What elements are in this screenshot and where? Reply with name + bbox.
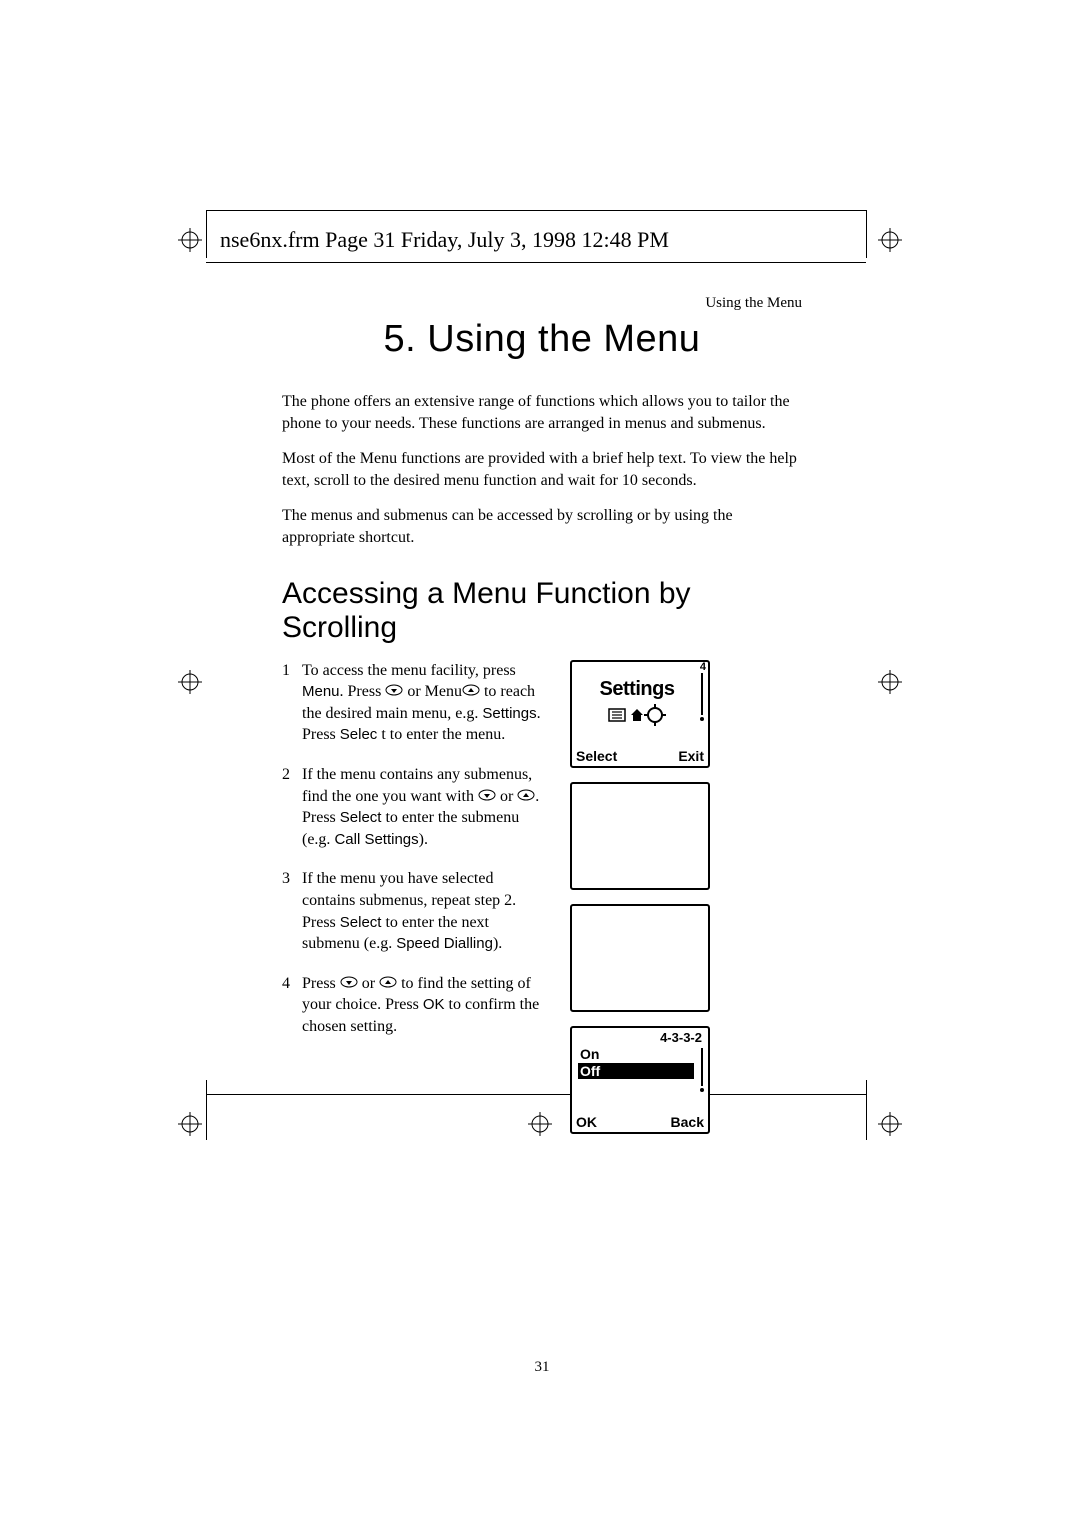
phone-screen-settings: 4 Settings — [570, 660, 710, 768]
step-text: or — [358, 975, 379, 992]
running-head: Using the Menu — [282, 295, 802, 312]
phone-screen-placeholder — [570, 782, 710, 890]
scroll-up-icon — [462, 683, 480, 697]
chapter-title: 5. Using the Menu — [282, 318, 802, 361]
key-label: Select — [340, 914, 382, 931]
key-label: Select — [340, 809, 382, 826]
option-on: On — [578, 1046, 694, 1062]
ui-term: Speed Dialling — [396, 935, 493, 952]
step-text: . Press — [340, 683, 386, 700]
phone-screen-placeholder — [570, 904, 710, 1012]
crop-line — [866, 1080, 867, 1140]
scroll-up-icon — [517, 788, 535, 802]
phone-screen-onoff: 4-3-3-2 On Off OK Back — [570, 1026, 710, 1134]
key-label: OK — [423, 996, 445, 1013]
step-3: If the menu you have selected contains s… — [282, 868, 550, 954]
menu-index: 4 — [696, 662, 706, 673]
option-off-selected: Off — [578, 1063, 694, 1079]
registration-mark — [178, 670, 202, 694]
crop-line — [206, 210, 207, 258]
key-label: Selec — [340, 726, 378, 743]
scroll-indicator — [696, 1048, 706, 1108]
step-list: To access the menu facility, press Menu.… — [282, 660, 550, 1038]
step-text: To access the menu facility, press — [302, 662, 516, 679]
intro-p1: The phone offers an extensive range of f… — [282, 391, 802, 434]
registration-mark — [178, 228, 202, 252]
scroll-down-icon — [385, 683, 403, 697]
crop-line — [206, 1080, 207, 1140]
breadcrumb-path: 4-3-3-2 — [660, 1030, 702, 1045]
intro-p3: The menus and submenus can be accessed b… — [282, 505, 802, 548]
registration-mark — [878, 228, 902, 252]
right-softkey: Exit — [678, 748, 704, 764]
menu-icons — [607, 703, 667, 732]
registration-mark — [878, 1112, 902, 1136]
crop-line — [206, 210, 866, 211]
ui-term: Settings — [482, 705, 536, 722]
section-heading: Accessing a Menu Function by Scrolling — [282, 577, 802, 646]
step-2: If the menu contains any submenus, find … — [282, 764, 550, 850]
left-softkey: OK — [576, 1114, 597, 1130]
registration-mark — [878, 670, 902, 694]
registration-mark — [178, 1112, 202, 1136]
scroll-indicator: 4 — [696, 662, 706, 722]
step-text: ). — [493, 935, 502, 952]
step-1: To access the menu facility, press Menu.… — [282, 660, 550, 746]
step-text: or — [496, 788, 517, 805]
scroll-up-icon — [379, 975, 397, 989]
step-text: Press — [302, 975, 340, 992]
scroll-down-icon — [340, 975, 358, 989]
intro-p2: Most of the Menu functions are provided … — [282, 448, 802, 491]
step-text: ). — [419, 831, 428, 848]
screen-title: Settings — [600, 678, 675, 701]
key-label: Menu — [302, 683, 340, 700]
page-content: Using the Menu 5. Using the Menu The pho… — [282, 295, 802, 1134]
framemaker-slug: nse6nx.frm Page 31 Friday, July 3, 1998 … — [220, 227, 669, 253]
page-number: 31 — [535, 1359, 550, 1376]
crop-line — [206, 262, 866, 263]
crop-line — [866, 210, 867, 258]
right-softkey: Back — [671, 1114, 704, 1130]
intro-paragraphs: The phone offers an extensive range of f… — [282, 391, 802, 549]
left-softkey: Select — [576, 748, 617, 764]
step-text: or Menu — [403, 683, 462, 700]
step-text: t to enter the menu. — [377, 726, 505, 743]
scroll-down-icon — [478, 788, 496, 802]
step-4: Press or to find the setting of your cho… — [282, 973, 550, 1038]
ui-term: Call Settings — [334, 831, 418, 848]
